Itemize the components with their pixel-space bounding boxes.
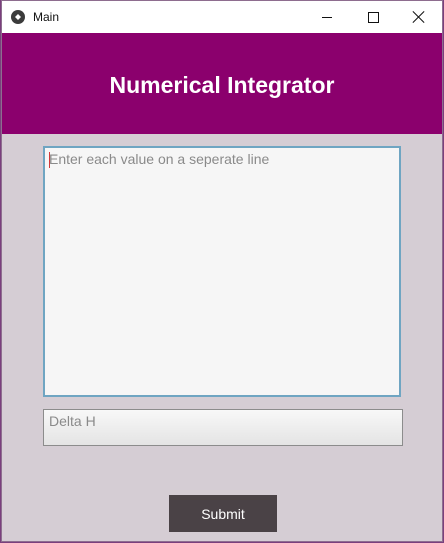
minimize-button[interactable] xyxy=(304,1,350,33)
values-textarea[interactable] xyxy=(43,146,401,397)
minimize-icon xyxy=(322,17,332,18)
window-title: Main xyxy=(33,10,60,24)
delta-h-input[interactable] xyxy=(43,409,403,446)
app-window: Main Numerical Integrator Submit xyxy=(1,0,443,542)
close-icon xyxy=(413,11,425,23)
submit-button[interactable]: Submit xyxy=(169,495,277,532)
maximize-button[interactable] xyxy=(350,1,396,33)
close-button[interactable] xyxy=(396,1,442,33)
header-banner: Numerical Integrator xyxy=(2,33,442,134)
title-bar[interactable]: Main xyxy=(2,1,442,33)
kivy-app-icon xyxy=(11,10,25,24)
text-cursor xyxy=(49,152,50,168)
page-title: Numerical Integrator xyxy=(109,72,335,98)
maximize-icon xyxy=(368,12,379,23)
